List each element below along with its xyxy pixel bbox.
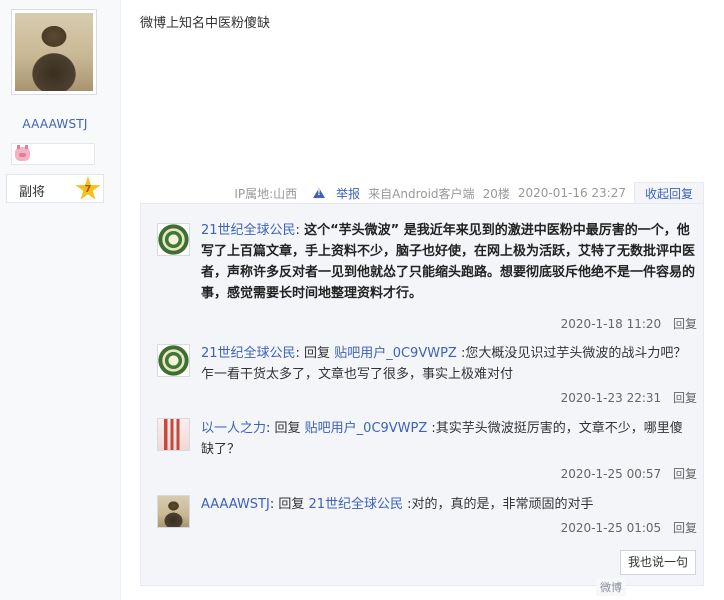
reply-avatar[interactable] <box>157 344 190 377</box>
reply-author-link[interactable]: 21世纪全球公民 <box>201 223 296 238</box>
reply-panel: 21世纪全球公民: 这个“芋头微波” 是我近年来见到的激进中医粉中最厉害的一个，… <box>140 203 704 586</box>
post-time: 2020-01-16 23:27 <box>517 186 626 200</box>
reply-avatar[interactable] <box>157 495 190 528</box>
reply-meta: 2020-1-23 22:31 回复 <box>561 389 697 406</box>
reply-text: 以一人之力: 回复 贴吧用户_0C9VWPZ :其实芋头微波挺厉害的，文章不少，… <box>201 421 683 457</box>
fan-badge[interactable] <box>11 143 95 165</box>
pig-icon <box>15 145 30 161</box>
report-link[interactable]: 举报 <box>305 185 360 202</box>
reply-text: 21世纪全球公民: 回复 贴吧用户_0C9VWPZ :您大概没见识过芋头微波的战… <box>201 346 687 382</box>
say-something-button[interactable]: 我也说一句 <box>620 550 696 575</box>
avatar-image <box>15 13 93 91</box>
author-sidebar: AAAAWSTJ 副将 7 <box>0 0 121 600</box>
ip-location: IP属地:山西 <box>234 186 298 201</box>
reply-target-link[interactable]: 21世纪全球公民 <box>308 497 403 512</box>
level-badge[interactable]: 副将 7 <box>6 174 104 203</box>
author-avatar[interactable] <box>11 9 97 95</box>
report-label: 举报 <box>336 186 361 201</box>
post-source: 来自Android客户端 <box>368 186 475 201</box>
reply-button[interactable]: 回复 <box>673 521 697 535</box>
level-title: 副将 <box>19 185 46 200</box>
star-icon: 7 <box>75 176 101 200</box>
warning-icon <box>313 188 326 198</box>
reply-meta: 2020-1-25 01:05 回复 <box>561 519 697 536</box>
post-meta: IP属地:山西 举报 来自Android客户端 20楼 2020-01-16 2… <box>226 181 704 205</box>
reply-avatar[interactable] <box>157 223 190 256</box>
weibo-watermark: 微博 <box>596 578 626 596</box>
reply-author-link[interactable]: 以一人之力 <box>201 421 266 436</box>
reply-button[interactable]: 回复 <box>673 391 697 405</box>
reply-time: 2020-1-25 01:05 <box>560 521 662 535</box>
author-username[interactable]: AAAAWSTJ <box>0 117 110 131</box>
reply-time: 2020-1-18 11:20 <box>560 317 662 331</box>
reply-meta: 2020-1-25 00:57 回复 <box>561 465 697 482</box>
reply-button[interactable]: 回复 <box>673 317 697 331</box>
reply-text: 21世纪全球公民: 这个“芋头微波” 是我近年来见到的激进中医粉中最厉害的一个，… <box>201 223 696 301</box>
reply-time: 2020-1-25 00:57 <box>560 467 662 481</box>
reply-target-link[interactable]: 贴吧用户_0C9VWPZ <box>305 421 428 436</box>
reply-body: :对的，真的是，非常顽固的对手 <box>403 497 594 512</box>
reply-target-link[interactable]: 贴吧用户_0C9VWPZ <box>334 346 457 361</box>
reply-time: 2020-1-23 22:31 <box>560 391 662 405</box>
reply-author-link[interactable]: 21世纪全球公民 <box>201 346 296 361</box>
floor-number: 20楼 <box>482 186 510 201</box>
reply-text: AAAAWSTJ: 回复 21世纪全球公民 :对的，真的是，非常顽固的对手 <box>201 497 594 512</box>
reply-button[interactable]: 回复 <box>673 467 697 481</box>
post-content: 微博上知名中医粉傻缺 <box>140 16 271 31</box>
reply-avatar[interactable] <box>157 418 190 451</box>
reply-author-link[interactable]: AAAAWSTJ <box>201 497 270 512</box>
collapse-replies-button[interactable]: 收起回复 <box>633 181 704 205</box>
reply-meta: 2020-1-18 11:20 回复 <box>561 315 697 332</box>
